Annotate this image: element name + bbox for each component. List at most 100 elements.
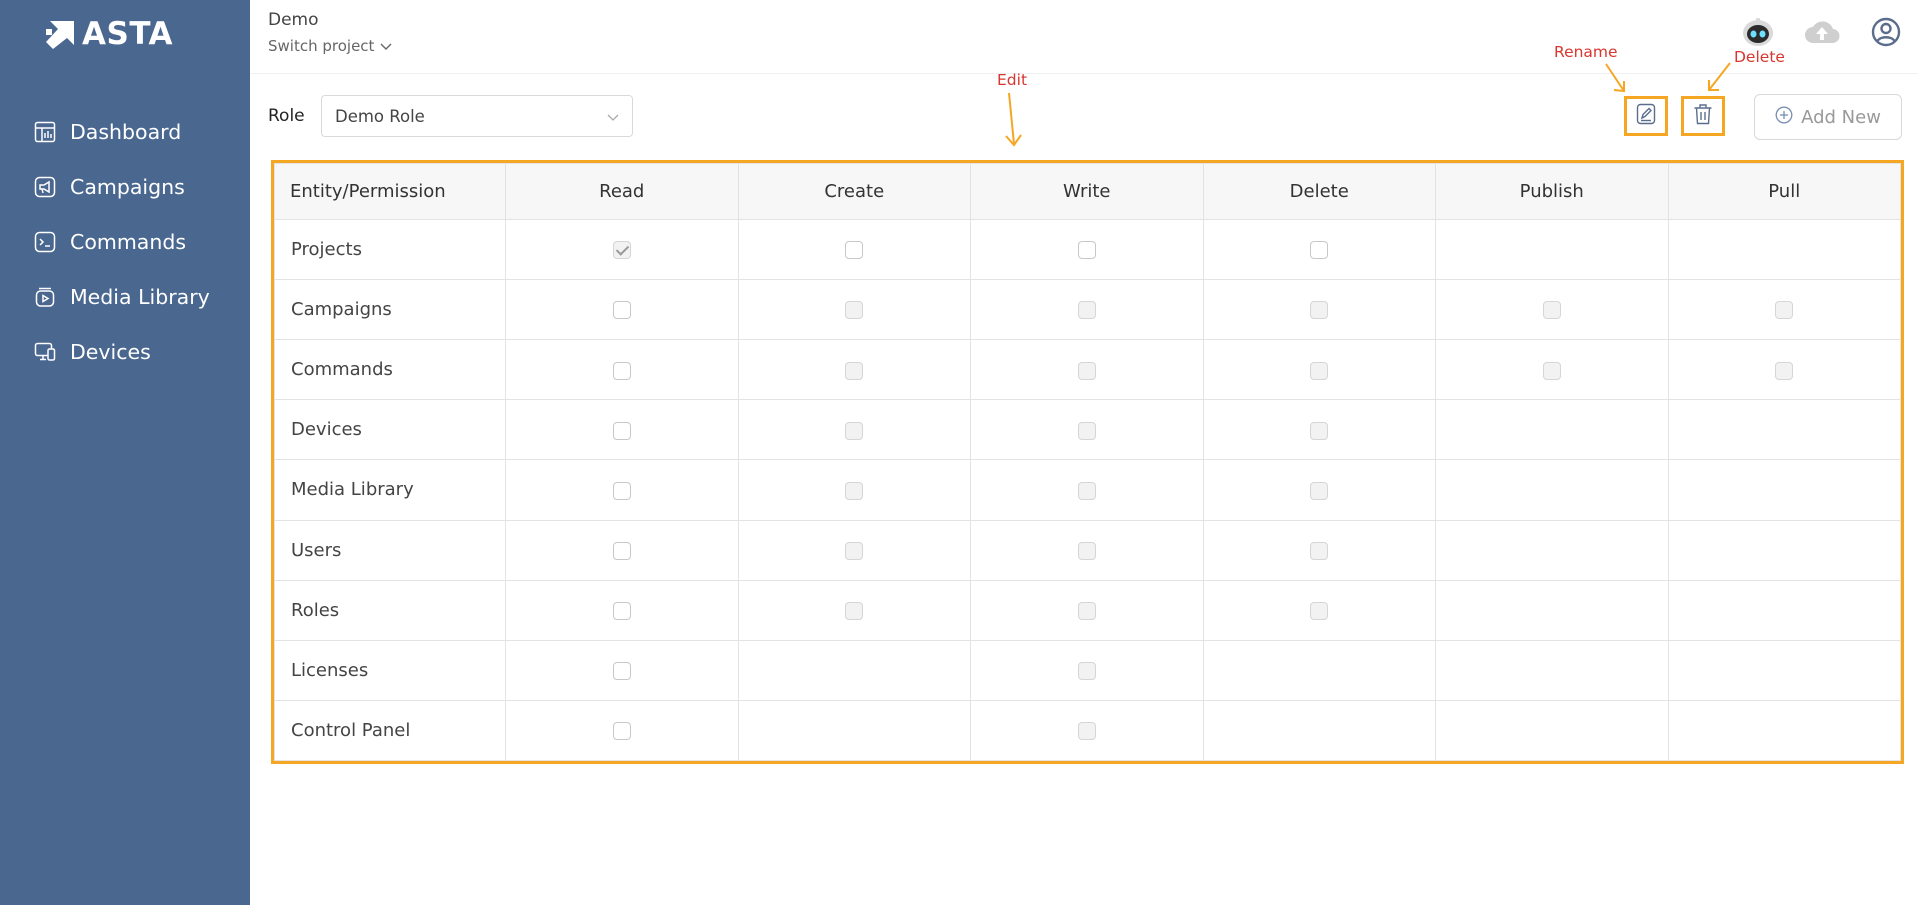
permission-cell [1202,279,1436,341]
read-permission-checkbox[interactable] [612,722,631,741]
sidebar-item-media-library[interactable]: Media Library [34,269,210,324]
project-name: Demo [268,10,319,30]
app-logo[interactable]: ASTA [46,16,173,52]
asta-logo-icon [46,19,76,49]
permission-cell [1667,639,1901,701]
entity-name: Licenses [274,639,506,701]
permission-cell [1435,639,1669,701]
sidebar-item-devices[interactable]: Devices [34,324,210,379]
create-permission-checkbox[interactable] [845,241,864,260]
permission-cell [505,279,739,341]
dashboard-icon [34,121,56,143]
write-permission-checkbox [1077,421,1096,440]
permission-cell [1435,579,1669,641]
chevron-down-icon [607,107,619,126]
permission-cell [737,459,971,521]
switch-project-label: Switch project [268,37,375,55]
permission-cell [1202,399,1436,461]
delete-permission-checkbox [1310,541,1329,560]
add-new-role-button[interactable]: Add New [1754,94,1902,140]
delete-permission-checkbox[interactable] [1310,241,1329,260]
user-avatar-icon[interactable] [1868,14,1904,50]
create-permission-checkbox [845,601,864,620]
table-row: Roles [274,579,1901,641]
permission-cell [1435,279,1669,341]
sidebar-item-label: Devices [70,339,151,364]
table-row: Commands [274,339,1901,401]
delete-permission-checkbox [1310,421,1329,440]
sidebar-item-campaigns[interactable]: Campaigns [34,159,210,214]
sidebar-nav: Dashboard Campaigns Commands Media Libra… [34,104,210,379]
permission-cell [505,699,739,762]
delete-role-button[interactable] [1681,96,1725,136]
table-row: Campaigns [274,279,1901,341]
entity-name: Commands [274,339,506,401]
create-permission-checkbox [845,301,864,320]
read-permission-checkbox[interactable] [612,421,631,440]
cloud-upload-icon[interactable] [1804,14,1840,50]
table-row: Devices [274,399,1901,461]
sidebar-item-commands[interactable]: Commands [34,214,210,269]
sidebar-item-label: Campaigns [70,174,185,199]
permission-cell [505,459,739,521]
annotation-edit: Edit [997,71,1028,89]
rename-role-button[interactable] [1624,96,1668,136]
sidebar-item-dashboard[interactable]: Dashboard [34,104,210,159]
read-permission-checkbox[interactable] [612,662,631,681]
write-permission-checkbox [1077,361,1096,380]
entity-name: Users [274,519,506,581]
delete-arrow-icon [1708,62,1731,91]
write-permission-checkbox [1077,722,1096,741]
column-header: Publish [1435,163,1669,220]
permission-cell [970,339,1204,401]
read-permission-checkbox[interactable] [612,481,631,500]
column-header: Pull [1667,163,1901,220]
read-permission-checkbox[interactable] [612,361,631,380]
create-permission-checkbox [845,481,864,500]
permission-cell [1667,399,1901,461]
permission-cell [1667,699,1901,762]
read-permission-checkbox[interactable] [612,301,631,320]
sidebar: ASTA Dashboard Campaigns Commands Media … [0,0,250,905]
permission-cell [1202,639,1436,701]
table-row: Control Panel [274,699,1901,762]
permission-cell [1202,519,1436,581]
pull-permission-checkbox [1775,301,1794,320]
permission-cell [1202,579,1436,641]
write-permission-checkbox[interactable] [1077,241,1096,260]
permission-cell [1435,699,1669,762]
write-permission-checkbox [1077,541,1096,560]
column-header: Write [970,163,1204,220]
publish-permission-checkbox [1542,301,1561,320]
permission-cell [1667,519,1901,581]
read-permission-checkbox[interactable] [612,601,631,620]
column-header: Delete [1202,163,1436,220]
read-permission-checkbox [612,241,631,260]
delete-permission-checkbox [1310,481,1329,500]
role-label: Role [268,106,305,126]
sidebar-item-label: Media Library [70,284,210,309]
edit-arrow-icon [1005,92,1022,147]
switch-project-dropdown[interactable]: Switch project [268,37,392,55]
permission-cell [505,579,739,641]
top-header: Demo Switch project [250,0,1918,74]
column-header: Read [505,163,739,220]
robot-assistant-icon[interactable] [1740,14,1776,50]
permission-cell [737,639,971,701]
create-permission-checkbox [845,421,864,440]
read-permission-checkbox[interactable] [612,541,631,560]
commands-icon [34,231,56,253]
role-select[interactable]: Demo Role [321,95,633,137]
permission-cell [1667,279,1901,341]
table-row: Projects [274,218,1901,281]
permission-cell [737,519,971,581]
write-permission-checkbox [1077,301,1096,320]
annotation-delete: Delete [1734,48,1785,66]
plus-circle-icon [1775,106,1793,129]
app-name: ASTA [82,16,174,52]
table-header-row: Entity/Permission Read Create Write Dele… [274,163,1901,220]
permission-cell [970,218,1204,281]
permission-cell [737,399,971,461]
permission-cell [505,399,739,461]
entity-name: Devices [274,399,506,461]
